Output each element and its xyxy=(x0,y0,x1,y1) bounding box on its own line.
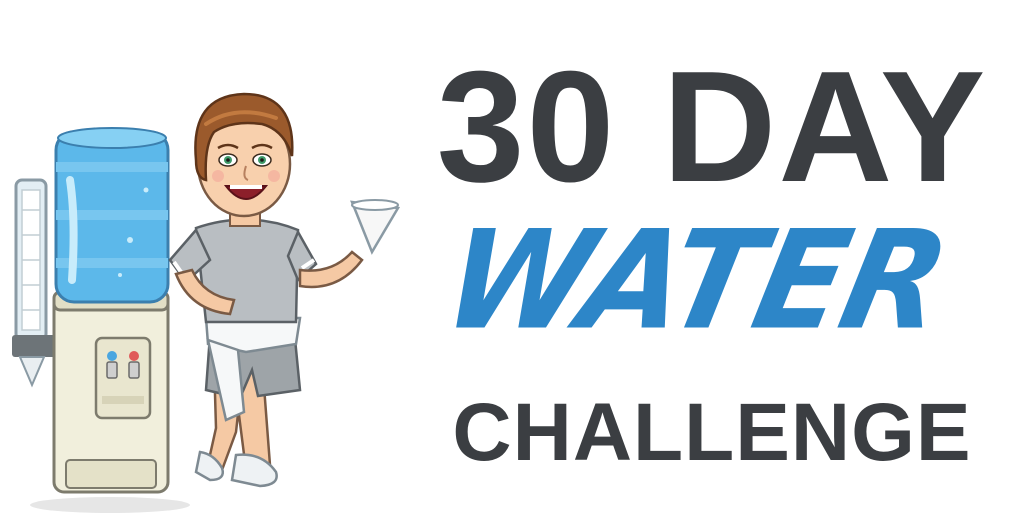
water-cooler-character-illustration xyxy=(12,92,401,513)
challenge-title: 30 DAY WATER CHALLENGE xyxy=(400,40,1010,510)
water-cooler-base-icon xyxy=(52,290,170,494)
title-line-challenge: CHALLENGE xyxy=(452,387,972,478)
title-line-30-day: 30 DAY xyxy=(436,39,988,215)
cartoon-woman-icon xyxy=(168,92,401,488)
floor-shadow xyxy=(30,497,190,513)
title-line-water: WATER xyxy=(431,200,960,361)
water-challenge-banner: 30 DAY WATER CHALLENGE xyxy=(0,0,1024,528)
water-bottle-icon xyxy=(54,127,170,304)
